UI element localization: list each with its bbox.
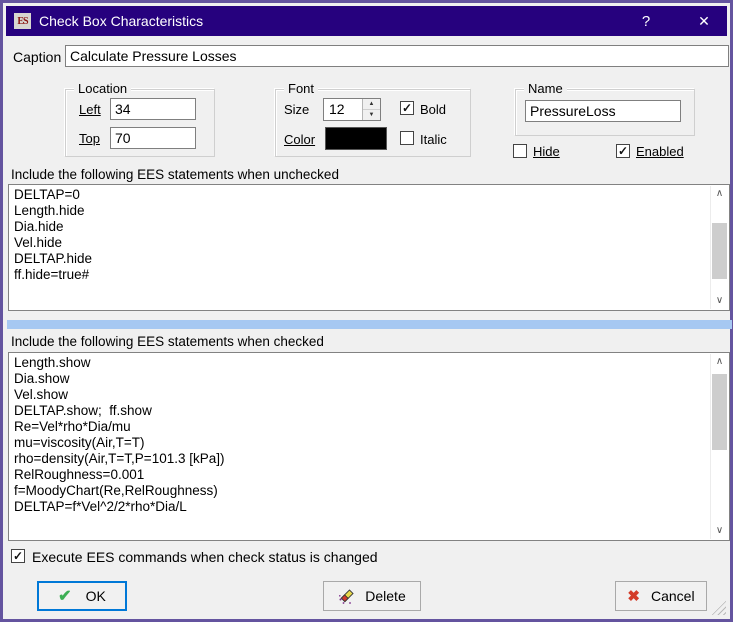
unchecked-statements-area[interactable]: DELTAP=0 Length.hide Dia.hide Vel.hide D… bbox=[8, 184, 730, 311]
hide-label[interactable]: Hide bbox=[533, 144, 560, 159]
checked-statements-area[interactable]: Length.show Dia.show Vel.show DELTAP.sho… bbox=[8, 352, 730, 541]
location-group-legend: Location bbox=[74, 81, 131, 96]
spin-up-button[interactable]: ▲ bbox=[363, 99, 380, 110]
font-group-legend: Font bbox=[284, 81, 318, 96]
hide-checkbox[interactable] bbox=[513, 144, 527, 158]
ok-button[interactable]: ✔ OK bbox=[37, 581, 127, 611]
font-size-value: 12 bbox=[324, 99, 362, 120]
caption-input[interactable] bbox=[65, 45, 729, 67]
enabled-label[interactable]: Enabled bbox=[636, 144, 684, 159]
section-separator bbox=[7, 320, 732, 329]
delete-button[interactable]: Delete bbox=[323, 581, 421, 611]
delete-button-label: Delete bbox=[365, 588, 405, 604]
ok-button-label: OK bbox=[86, 588, 106, 604]
cancel-button-label: Cancel bbox=[651, 588, 695, 604]
size-label: Size bbox=[284, 102, 309, 117]
spin-down-button[interactable]: ▼ bbox=[363, 110, 380, 120]
green-check-icon: ✔ bbox=[58, 586, 71, 606]
italic-label[interactable]: Italic bbox=[420, 132, 447, 147]
scroll-up-icon[interactable]: ∧ bbox=[711, 186, 728, 202]
checked-statements-text[interactable]: Length.show Dia.show Vel.show DELTAP.sho… bbox=[14, 355, 709, 538]
left-label: Left bbox=[79, 102, 101, 117]
bold-checkbox[interactable]: ✓ bbox=[400, 101, 414, 115]
red-x-icon: ✖ bbox=[627, 587, 640, 605]
scroll-up-icon[interactable]: ∧ bbox=[711, 354, 728, 370]
unchecked-scrollbar[interactable]: ∧ ∨ bbox=[710, 186, 728, 309]
cancel-button[interactable]: ✖ Cancel bbox=[615, 581, 707, 611]
checkbox-characteristics-dialog: ES Check Box Characteristics ? ✕ Caption… bbox=[0, 0, 733, 622]
checked-statements-label: Include the following EES statements whe… bbox=[11, 334, 324, 349]
color-label: Color bbox=[284, 132, 315, 147]
ees-app-icon: ES bbox=[14, 13, 31, 29]
window-title: Check Box Characteristics bbox=[39, 13, 203, 29]
scroll-down-icon[interactable]: ∨ bbox=[711, 523, 728, 539]
spinner-arrows: ▲ ▼ bbox=[362, 99, 380, 120]
eraser-icon bbox=[338, 587, 356, 605]
unchecked-statements-text[interactable]: DELTAP=0 Length.hide Dia.hide Vel.hide D… bbox=[14, 187, 709, 308]
execute-commands-checkbox[interactable]: ✓ bbox=[11, 549, 25, 563]
enabled-checkbox[interactable]: ✓ bbox=[616, 144, 630, 158]
help-button[interactable]: ? bbox=[623, 6, 669, 36]
font-size-spinner[interactable]: 12 ▲ ▼ bbox=[323, 98, 381, 121]
close-button[interactable]: ✕ bbox=[681, 6, 727, 36]
top-label: Top bbox=[79, 131, 100, 146]
resize-grip[interactable] bbox=[711, 600, 726, 615]
bold-label[interactable]: Bold bbox=[420, 102, 446, 117]
name-group-legend: Name bbox=[524, 81, 567, 96]
caption-label: Caption bbox=[13, 49, 61, 65]
scroll-down-icon[interactable]: ∨ bbox=[711, 293, 728, 309]
titlebar: ES Check Box Characteristics ? ✕ bbox=[6, 6, 727, 36]
left-input[interactable] bbox=[110, 98, 196, 120]
unchecked-statements-label: Include the following EES statements whe… bbox=[11, 167, 339, 182]
execute-commands-label[interactable]: Execute EES commands when check status i… bbox=[32, 549, 378, 565]
scrollbar-thumb[interactable] bbox=[712, 374, 727, 450]
scrollbar-thumb[interactable] bbox=[712, 223, 727, 279]
name-input[interactable] bbox=[525, 100, 681, 122]
checked-scrollbar[interactable]: ∧ ∨ bbox=[710, 354, 728, 539]
top-input[interactable] bbox=[110, 127, 196, 149]
font-color-swatch[interactable] bbox=[325, 127, 387, 150]
italic-checkbox[interactable] bbox=[400, 131, 414, 145]
